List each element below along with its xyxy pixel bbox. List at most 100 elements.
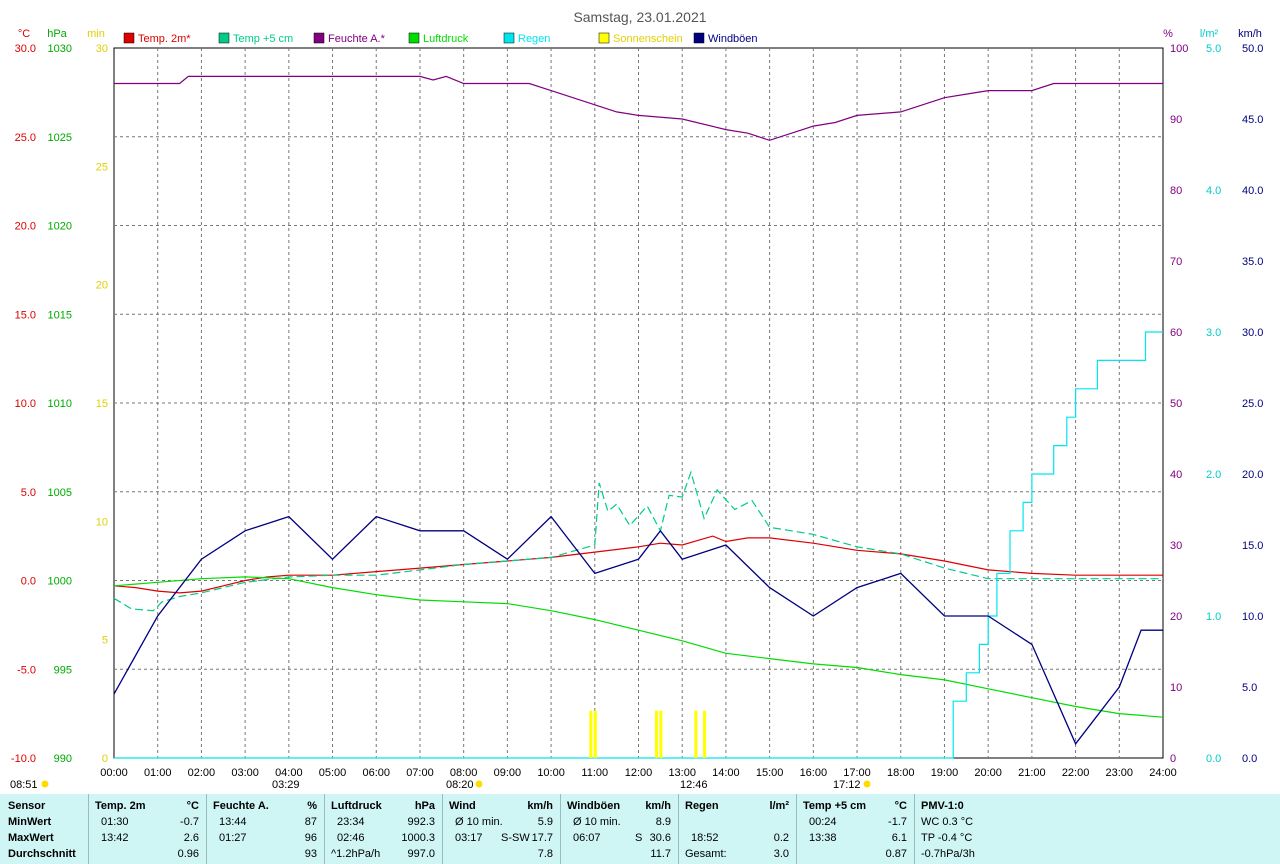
- stats-header: Temp. 2m: [95, 800, 146, 812]
- stats-temp5cm-col: Temp +5 cm °C 00:24 13:38 -1.7 6.1 0.87: [796, 794, 915, 864]
- wind-tick-label: 40.0: [1242, 185, 1263, 197]
- legend-label: Temp. 2m*: [138, 33, 191, 45]
- x-tick-label: 12:00: [625, 767, 653, 779]
- legend-label: Feuchte A.*: [328, 33, 386, 45]
- stats-time: Ø 10 min.: [455, 816, 503, 828]
- x-tick-label: 08:00: [450, 767, 478, 779]
- temp-tick-label: 25.0: [15, 132, 36, 144]
- pressure-tick-label: 995: [54, 664, 72, 676]
- stats-value: 30.6: [649, 832, 671, 844]
- x-tick-label: 14:00: [712, 767, 740, 779]
- legend-swatch: [693, 32, 705, 44]
- stats-unit: %: [307, 800, 317, 812]
- stats-time: 13:44: [219, 816, 247, 828]
- x-tick-label: 09:00: [494, 767, 522, 779]
- pressure-tick-label: 990: [54, 753, 72, 765]
- stats-unit: °C: [894, 800, 907, 812]
- temp-tick-label: -5.0: [17, 664, 36, 676]
- stats-value: 11.7: [650, 848, 671, 860]
- pressure-tick-label: 1020: [48, 221, 72, 233]
- wind-axis-unit: km/h: [1238, 28, 1262, 40]
- stats-time: 03:17: [455, 832, 483, 844]
- humidity-tick-label: 50: [1170, 398, 1182, 410]
- stats-value: 87: [304, 816, 317, 828]
- stats-value: 17.7: [531, 832, 553, 844]
- rain-axis-unit: l/m²: [1200, 28, 1219, 40]
- humidity-tick-label: 10: [1170, 682, 1182, 694]
- stats-temp2m-col: Temp. 2m °C 01:30 13:42 -0.7 2.6 0.96: [88, 794, 207, 864]
- legend-swatch: [123, 32, 135, 44]
- stats-header: Feuchte A.: [213, 800, 269, 812]
- x-tick-label: 13:00: [668, 767, 696, 779]
- x-tick-label: 01:00: [144, 767, 172, 779]
- wind-tick-label: 35.0: [1242, 256, 1263, 268]
- chart-legend: Temp. 2m* Temp +5 cm Feuchte A.* Luftdruck R…: [123, 32, 758, 45]
- legend-label: Regen: [518, 33, 550, 45]
- stats-value: 3.0: [773, 848, 789, 860]
- stats-value: -0.7: [180, 816, 199, 828]
- row-label-max: MaxWert: [8, 832, 54, 844]
- wind-tick-label: 45.0: [1242, 114, 1263, 126]
- stats-time: 13:42: [101, 832, 129, 844]
- stats-trend: ^1.2hPa/h: [331, 848, 381, 860]
- temp-tick-label: -10.0: [11, 753, 36, 765]
- stats-value: 0.2: [773, 832, 789, 844]
- humidity-tick-label: 40: [1170, 469, 1182, 481]
- pmv-dewpoint: TP -0.4 °C: [921, 832, 973, 844]
- legend-swatch: [598, 32, 610, 44]
- stats-value: 1000.3: [401, 832, 435, 844]
- row-label-avg: Durchschnitt: [8, 848, 76, 860]
- hum-axis-unit: %: [1163, 28, 1173, 40]
- stats-time: 00:24: [809, 816, 837, 828]
- sunshine-tick-label: 0: [102, 753, 108, 765]
- marker-sunset: 17:12: [833, 779, 861, 791]
- stats-time: 18:52: [691, 832, 719, 844]
- temp-tick-label: 30.0: [15, 43, 36, 55]
- x-tick-label: 02:00: [188, 767, 216, 779]
- series-line: [114, 331, 1163, 759]
- stats-time: 06:07: [573, 832, 601, 844]
- x-tick-label: 05:00: [319, 767, 347, 779]
- pmv-pressure-trend: -0.7hPa/3h: [921, 848, 975, 860]
- legend-swatch: [503, 32, 515, 44]
- sunshine-tick-label: 15: [96, 398, 108, 410]
- stats-value: 2.6: [183, 832, 199, 844]
- stats-direction: S-SW: [501, 832, 530, 844]
- wind-tick-label: 20.0: [1242, 469, 1263, 481]
- row-label-min: MinWert: [8, 816, 52, 828]
- weather-chart: Samstag, 23.01.2021 Temp. 2m* Temp +5 cm F…: [10, 9, 1263, 791]
- sunshine-bar: [694, 710, 698, 758]
- stats-direction: S: [635, 832, 643, 844]
- stats-value: 8.9: [655, 816, 671, 828]
- stats-value: 0.96: [177, 848, 199, 860]
- stats-value: 997.0: [407, 848, 435, 860]
- marker-temp-max: 12:46: [680, 779, 708, 791]
- humidity-tick-label: 20: [1170, 611, 1182, 623]
- stats-value: 7.8: [537, 848, 553, 860]
- x-tick-label: 19:00: [931, 767, 959, 779]
- stats-header: Regen: [685, 800, 719, 812]
- marker-sunrise: 08:20: [446, 779, 474, 791]
- humidity-tick-label: 30: [1170, 540, 1182, 552]
- x-tick-label: 16:00: [800, 767, 828, 779]
- humidity-tick-label: 0: [1170, 753, 1176, 765]
- wind-tick-label: 50.0: [1242, 43, 1263, 55]
- x-tick-label: 15:00: [756, 767, 784, 779]
- x-tick-label: 10:00: [537, 767, 565, 779]
- x-tick-label: 07:00: [406, 767, 434, 779]
- x-tick-label: 00:00: [100, 767, 128, 779]
- x-tick-label: 04:00: [275, 767, 303, 779]
- stats-header: Windböen: [567, 800, 621, 812]
- pressure-tick-label: 1025: [48, 132, 72, 144]
- wind-tick-label: 30.0: [1242, 327, 1263, 339]
- legend-swatch: [218, 32, 230, 44]
- x-tick-label: 23:00: [1106, 767, 1134, 779]
- stats-unit: l/m²: [769, 800, 789, 812]
- statistics-panel: Sensor MinWert MaxWert Durchschnitt Temp…: [0, 794, 1280, 864]
- temp-tick-label: 10.0: [15, 398, 36, 410]
- x-tick-label: 11:00: [581, 767, 608, 779]
- stats-pmv-col: PMV-1:0 WC 0.3 °C TP -0.4 °C -0.7hPa/3h: [914, 794, 1280, 864]
- marker-temp-min: 03:29: [272, 779, 300, 791]
- pressure-tick-label: 1015: [48, 309, 72, 321]
- stats-value: 93: [304, 848, 317, 860]
